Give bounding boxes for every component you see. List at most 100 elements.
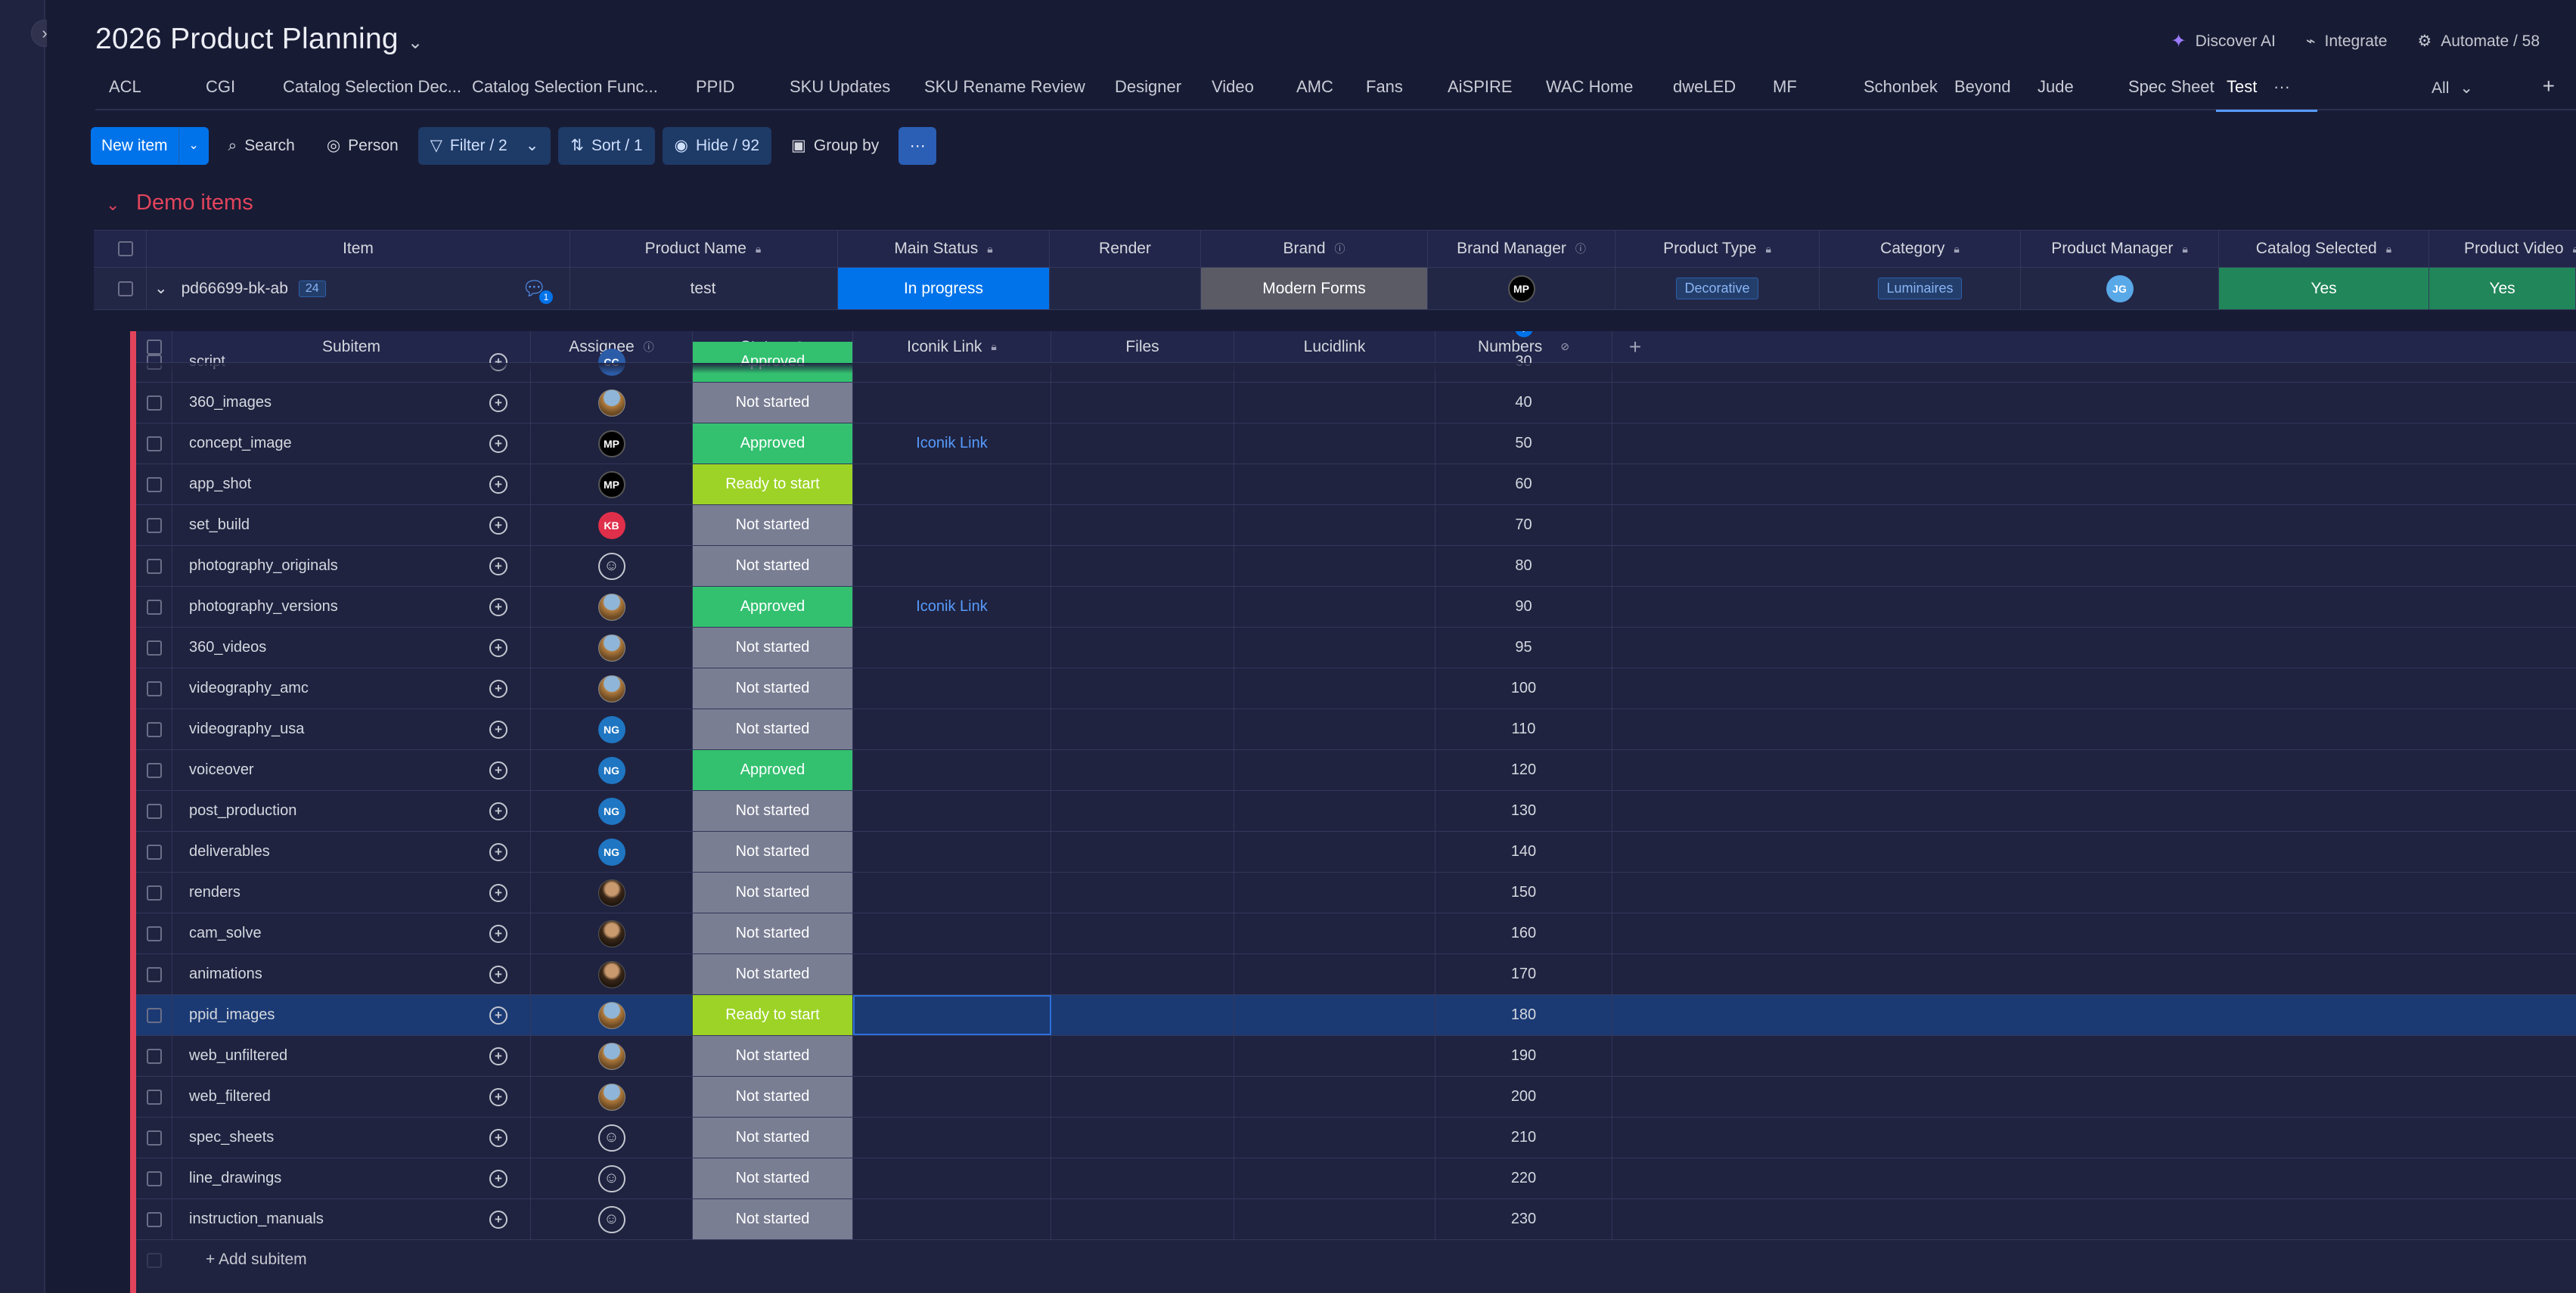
add-update-icon[interactable]: + (489, 761, 507, 780)
subitem-row[interactable]: app_shot + MP Ready to start 60 (136, 464, 2576, 505)
numbers-cell[interactable]: 100 (1435, 668, 1612, 709)
assignee-cell[interactable]: NG (531, 750, 693, 790)
tab-schonbek[interactable]: Schonbek (1864, 74, 1938, 110)
catalog-selected-cell[interactable]: Yes (2219, 268, 2429, 309)
subitem-row[interactable]: 360_videos + Not started 95 (136, 628, 2576, 668)
subitem-name-cell[interactable]: videography_usa + (172, 709, 531, 749)
numbers-cell[interactable]: 200 (1435, 1077, 1612, 1117)
tab-dweled[interactable]: dweLED (1673, 74, 1736, 110)
brand-manager-cell[interactable]: MP (1428, 268, 1615, 309)
render-cell[interactable] (1050, 268, 1201, 309)
status-cell[interactable]: Not started (693, 709, 853, 749)
assignee-cell[interactable] (531, 873, 693, 913)
numbers-cell[interactable]: 110 (1435, 709, 1612, 749)
subitem-name[interactable]: line_drawings (189, 1170, 281, 1187)
iconik-link-cell[interactable] (853, 668, 1051, 709)
tab-beyond[interactable]: Beyond (1954, 74, 2011, 110)
numbers-cell[interactable]: 130 (1435, 791, 1612, 831)
add-update-icon[interactable]: + (489, 965, 507, 984)
status-cell[interactable]: Ready to start (693, 464, 853, 504)
select-all-checkbox[interactable] (104, 231, 147, 267)
column-header-product-manager[interactable]: Product Manager 🔒︎ (2021, 231, 2219, 267)
add-update-icon[interactable]: + (489, 393, 507, 412)
assignee-cell[interactable] (531, 668, 693, 709)
subitem-checkbox[interactable] (136, 913, 172, 953)
subitem-name[interactable]: 360_images (189, 394, 272, 411)
add-update-icon[interactable]: + (489, 475, 507, 494)
tab-mf[interactable]: MF (1773, 74, 1797, 110)
subitem-name-cell[interactable]: renders + (172, 873, 531, 913)
iconik-link-cell[interactable] (853, 913, 1051, 953)
subitem-name[interactable]: voiceover (189, 761, 254, 779)
subitem-name[interactable]: set_build (189, 516, 250, 534)
add-update-icon[interactable]: + (489, 720, 507, 739)
category-cell[interactable]: Luminaires (1820, 268, 2021, 309)
subitem-row[interactable]: photography_versions + Approved Iconik Link… (136, 587, 2576, 628)
tab-video[interactable]: Video (1212, 74, 1254, 110)
files-cell[interactable] (1051, 954, 1234, 994)
column-header-item[interactable]: Item (147, 231, 570, 267)
files-cell[interactable] (1051, 628, 1234, 668)
iconik-link-cell[interactable] (853, 505, 1051, 545)
subitem-row[interactable]: videography_usa + NG Not started 110 (136, 709, 2576, 750)
files-cell[interactable] (1051, 1158, 1234, 1198)
lucidlink-cell[interactable] (1234, 505, 1435, 545)
add-update-icon[interactable]: + (489, 924, 507, 943)
iconik-link-cell[interactable] (853, 1118, 1051, 1158)
lucidlink-cell[interactable] (1234, 546, 1435, 586)
product-video-cell[interactable]: Yes (2429, 268, 2576, 309)
expand-subitems-icon[interactable]: ⌄ (154, 279, 168, 298)
iconik-link-cell[interactable] (853, 954, 1051, 994)
lucidlink-cell[interactable] (1234, 587, 1435, 627)
tab-sku-updates[interactable]: SKU Updates (790, 74, 890, 110)
subitem-name[interactable]: web_unfiltered (189, 1047, 287, 1065)
tab-amc[interactable]: AMC (1296, 74, 1333, 110)
assignee-cell[interactable]: NG (531, 709, 693, 749)
sort-button[interactable]: ⇅ Sort / 1 (558, 127, 655, 165)
add-update-icon[interactable]: + (489, 802, 507, 820)
lucidlink-cell[interactable] (1234, 791, 1435, 831)
add-update-icon[interactable]: + (489, 516, 507, 535)
column-header-catalog-selected[interactable]: Catalog Selected 🔒︎ (2219, 231, 2429, 267)
lucidlink-cell[interactable] (1234, 873, 1435, 913)
assignee-cell[interactable] (531, 628, 693, 668)
subitem-checkbox[interactable] (136, 505, 172, 545)
tab-catalog-selection-func-[interactable]: Catalog Selection Func... (472, 74, 658, 110)
subitem-checkbox[interactable] (136, 1158, 172, 1198)
files-cell[interactable] (1051, 546, 1234, 586)
assignee-cell[interactable] (531, 954, 693, 994)
main-status-cell[interactable]: In progress (838, 268, 1050, 309)
column-header-category[interactable]: Category 🔒︎ (1820, 231, 2021, 267)
subitem-row[interactable]: spec_sheets + ☺ Not started 210 (136, 1118, 2576, 1158)
status-cell[interactable]: Not started (693, 832, 853, 872)
subitem-checkbox[interactable] (136, 546, 172, 586)
add-update-icon[interactable]: + (489, 597, 507, 616)
add-update-icon[interactable]: + (489, 434, 507, 453)
subitem-name-cell[interactable]: instruction_manuals + (172, 1199, 531, 1239)
subitem-checkbox[interactable] (136, 873, 172, 913)
column-header-main-status[interactable]: Main Status 🔒︎ (838, 231, 1050, 267)
assignee-cell[interactable]: NG (531, 791, 693, 831)
lucidlink-cell[interactable] (1234, 1036, 1435, 1076)
brand-cell[interactable]: Modern Forms (1201, 268, 1428, 309)
iconik-link-cell[interactable] (853, 383, 1051, 423)
subitem-checkbox[interactable] (136, 832, 172, 872)
board-title[interactable]: 2026 Product Planning ⌄ (95, 23, 423, 56)
files-cell[interactable] (1051, 423, 1234, 464)
tab-fans[interactable]: Fans (1366, 74, 1403, 110)
status-cell[interactable]: Not started (693, 913, 853, 953)
item-row[interactable]: ⌄ pd66699-bk-ab 24 💬︎ 1 test In progress Modern… (94, 268, 2576, 310)
item-checkbox[interactable] (104, 268, 147, 309)
column-header-brand-manager[interactable]: Brand Manager ⓘ (1428, 231, 1615, 267)
assignee-cell[interactable]: NG (531, 832, 693, 872)
subitem-row[interactable]: voiceover + NG Approved 120 (136, 750, 2576, 791)
tab-designer[interactable]: Designer (1115, 74, 1181, 110)
status-cell[interactable]: Ready to start (693, 995, 853, 1035)
subitem-name[interactable]: renders (189, 884, 241, 901)
lucidlink-cell[interactable] (1234, 668, 1435, 709)
subitem-row[interactable]: concept_image + MP Approved Iconik Link 50 (136, 423, 2576, 464)
tabs-more-button[interactable]: ··· (2273, 74, 2290, 110)
subitem-checkbox[interactable] (136, 464, 172, 504)
status-cell[interactable]: Not started (693, 791, 853, 831)
iconik-link-cell[interactable] (853, 832, 1051, 872)
